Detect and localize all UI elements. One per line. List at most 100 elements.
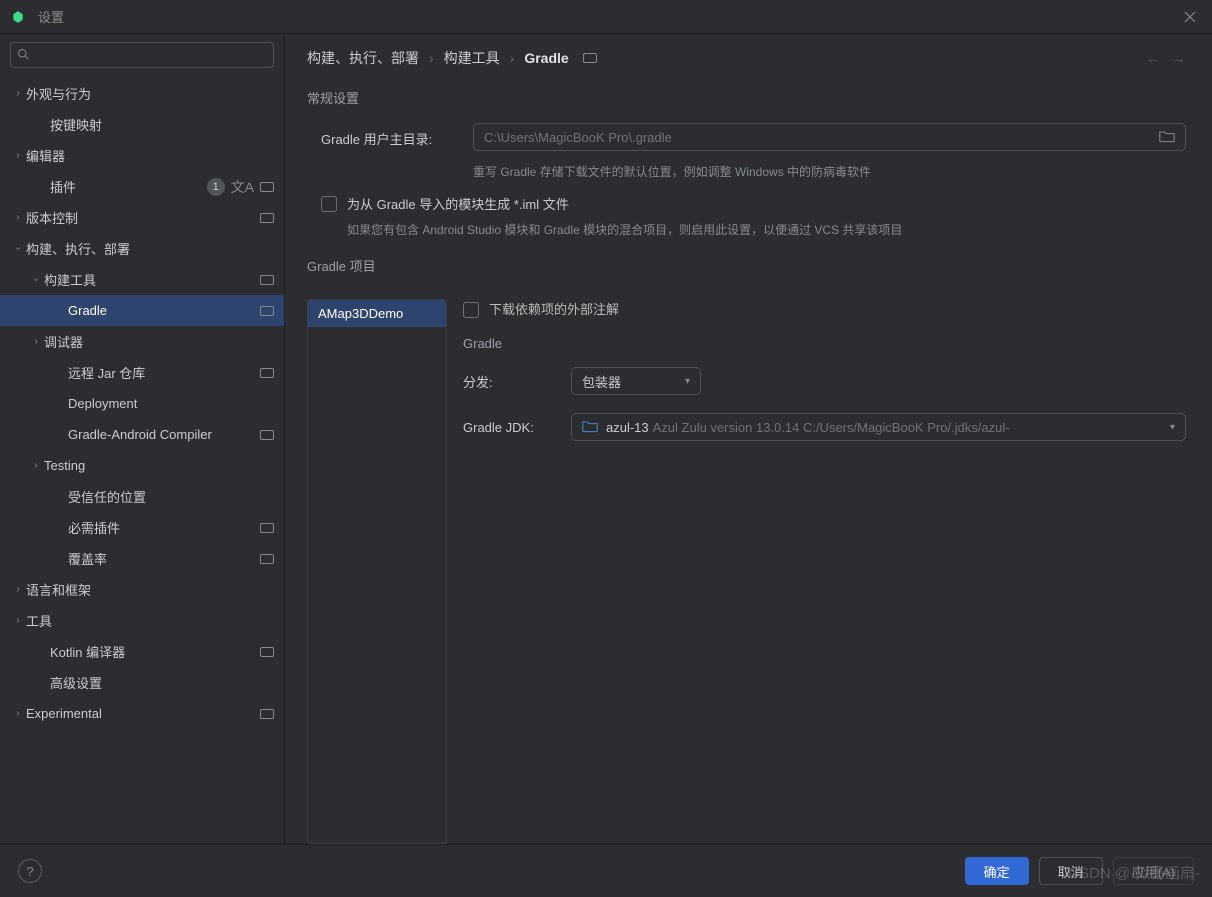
- tree-item[interactable]: ›构建工具: [0, 264, 284, 295]
- search-input[interactable]: [10, 42, 274, 68]
- distribution-dropdown[interactable]: 包装器 ▾: [571, 367, 701, 395]
- gradle-home-input[interactable]: C:\Users\MagicBooK Pro\.gradle: [473, 123, 1186, 151]
- tree-item[interactable]: ›构建、执行、部署: [0, 233, 284, 264]
- tree-item[interactable]: ›Testing: [0, 450, 284, 481]
- tree-item[interactable]: 按键映射: [0, 109, 284, 140]
- tree-item[interactable]: 高级设置: [0, 667, 284, 698]
- tree-item[interactable]: 插件1文A: [0, 171, 284, 202]
- tree-item[interactable]: 远程 Jar 仓库: [0, 357, 284, 388]
- apply-button[interactable]: 应用(A): [1113, 857, 1194, 885]
- jdk-icon: [582, 419, 598, 436]
- breadcrumb-item[interactable]: 构建工具: [444, 48, 500, 68]
- chevron-icon: ›: [10, 212, 26, 223]
- tree-item[interactable]: Gradle: [0, 295, 284, 326]
- tree-item-label: 版本控制: [26, 208, 260, 227]
- gradle-home-hint: 重写 Gradle 存储下载文件的默认位置，例如调整 Windows 中的防病毒…: [473, 163, 1186, 180]
- project-scope-icon: [260, 368, 274, 378]
- cancel-button[interactable]: 取消: [1039, 857, 1103, 885]
- tree-item[interactable]: ›调试器: [0, 326, 284, 357]
- tree-item-label: 插件: [50, 177, 207, 196]
- tree-item-label: Deployment: [68, 396, 274, 411]
- tree-item-label: 高级设置: [50, 673, 274, 692]
- tree-item-label: 按键映射: [50, 115, 274, 134]
- settings-sidebar: ›外观与行为按键映射›编辑器插件1文A›版本控制›构建、执行、部署›构建工具Gr…: [0, 34, 285, 844]
- ok-button[interactable]: 确定: [965, 857, 1029, 885]
- section-projects-title: Gradle 项目: [307, 256, 1186, 275]
- forward-icon[interactable]: →: [1172, 50, 1186, 66]
- tree-item-label: Kotlin 编译器: [50, 642, 260, 661]
- tree-item[interactable]: 受信任的位置: [0, 481, 284, 512]
- tree-item-label: Experimental: [26, 706, 260, 721]
- project-scope-icon: [260, 554, 274, 564]
- folder-icon[interactable]: [1159, 129, 1175, 146]
- tree-item-label: 必需插件: [68, 518, 260, 537]
- tree-item[interactable]: ›工具: [0, 605, 284, 636]
- tree-item[interactable]: 必需插件: [0, 512, 284, 543]
- project-scope-icon: [260, 430, 274, 440]
- distribution-label: 分发:: [463, 372, 571, 391]
- tree-item-label: 工具: [26, 611, 274, 630]
- section-general-title: 常规设置: [307, 88, 1186, 107]
- project-scope-icon: [260, 213, 274, 223]
- chevron-right-icon: ›: [429, 50, 434, 66]
- search-icon: [17, 48, 29, 63]
- tree-item-label: Testing: [44, 458, 274, 473]
- tree-item-label: 构建工具: [44, 270, 260, 289]
- tree-item[interactable]: Kotlin 编译器: [0, 636, 284, 667]
- gradle-home-label: Gradle 用户主目录:: [321, 123, 473, 148]
- breadcrumb-item[interactable]: 构建、执行、部署: [307, 48, 419, 68]
- gradle-projects-list[interactable]: AMap3DDemo: [307, 299, 447, 844]
- project-scope-icon: [260, 523, 274, 533]
- project-list-item[interactable]: AMap3DDemo: [308, 300, 446, 327]
- window-title: 设置: [38, 7, 64, 26]
- chevron-right-icon: ›: [510, 50, 515, 66]
- tree-item[interactable]: Deployment: [0, 388, 284, 419]
- chevron-icon: ›: [10, 150, 26, 161]
- chevron-icon: ›: [10, 708, 26, 719]
- project-scope-icon: [260, 709, 274, 719]
- tree-item-label: 受信任的位置: [68, 487, 274, 506]
- generate-iml-hint: 如果您有包含 Android Studio 模块和 Gradle 模块的混合项目…: [347, 221, 1186, 238]
- chevron-icon: ›: [31, 272, 42, 288]
- jdk-value: azul-13Azul Zulu version 13.0.14 C:/User…: [606, 420, 1162, 435]
- chevron-icon: ›: [13, 241, 24, 257]
- tree-item[interactable]: ›Experimental: [0, 698, 284, 729]
- tree-item[interactable]: ›版本控制: [0, 202, 284, 233]
- chevron-down-icon: ▾: [1170, 422, 1175, 433]
- tree-item-label: 语言和框架: [26, 580, 274, 599]
- tree-item[interactable]: ›语言和框架: [0, 574, 284, 605]
- chevron-icon: ›: [10, 88, 26, 99]
- tree-item-label: 编辑器: [26, 146, 274, 165]
- search-field[interactable]: [34, 48, 267, 62]
- breadcrumb-current: Gradle: [524, 50, 568, 66]
- tree-item-label: 调试器: [44, 332, 274, 351]
- distribution-value: 包装器: [582, 372, 677, 391]
- language-icon: 文A: [231, 177, 254, 197]
- jdk-label: Gradle JDK:: [463, 420, 571, 435]
- tree-item[interactable]: ›外观与行为: [0, 78, 284, 109]
- tree-item[interactable]: ›编辑器: [0, 140, 284, 171]
- project-scope-icon: [260, 182, 274, 192]
- chevron-icon: ›: [28, 460, 44, 471]
- project-scope-icon: [260, 275, 274, 285]
- tree-item-label: 远程 Jar 仓库: [68, 363, 260, 382]
- jdk-dropdown[interactable]: azul-13Azul Zulu version 13.0.14 C:/User…: [571, 413, 1186, 441]
- titlebar: 设置: [0, 0, 1212, 34]
- close-icon[interactable]: [1178, 5, 1202, 29]
- tree-item[interactable]: 覆盖率: [0, 543, 284, 574]
- download-annotations-checkbox[interactable]: [463, 302, 479, 318]
- generate-iml-checkbox[interactable]: [321, 196, 337, 212]
- help-button[interactable]: ?: [18, 859, 42, 883]
- project-scope-icon: [583, 53, 597, 63]
- tree-item-label: 覆盖率: [68, 549, 260, 568]
- back-icon[interactable]: ←: [1146, 50, 1160, 66]
- chevron-icon: ›: [28, 336, 44, 347]
- breadcrumb: 构建、执行、部署 › 构建工具 › Gradle ← →: [307, 48, 1186, 68]
- gradle-subsection: Gradle: [463, 336, 1186, 351]
- tree-item-label: Gradle: [68, 303, 260, 318]
- settings-content: 构建、执行、部署 › 构建工具 › Gradle ← → 常规设置 Gradle…: [285, 34, 1212, 844]
- download-annotations-label: 下载依赖项的外部注解: [489, 299, 619, 318]
- tree-item-label: 构建、执行、部署: [26, 239, 274, 258]
- android-studio-icon: [10, 9, 26, 25]
- tree-item[interactable]: Gradle-Android Compiler: [0, 419, 284, 450]
